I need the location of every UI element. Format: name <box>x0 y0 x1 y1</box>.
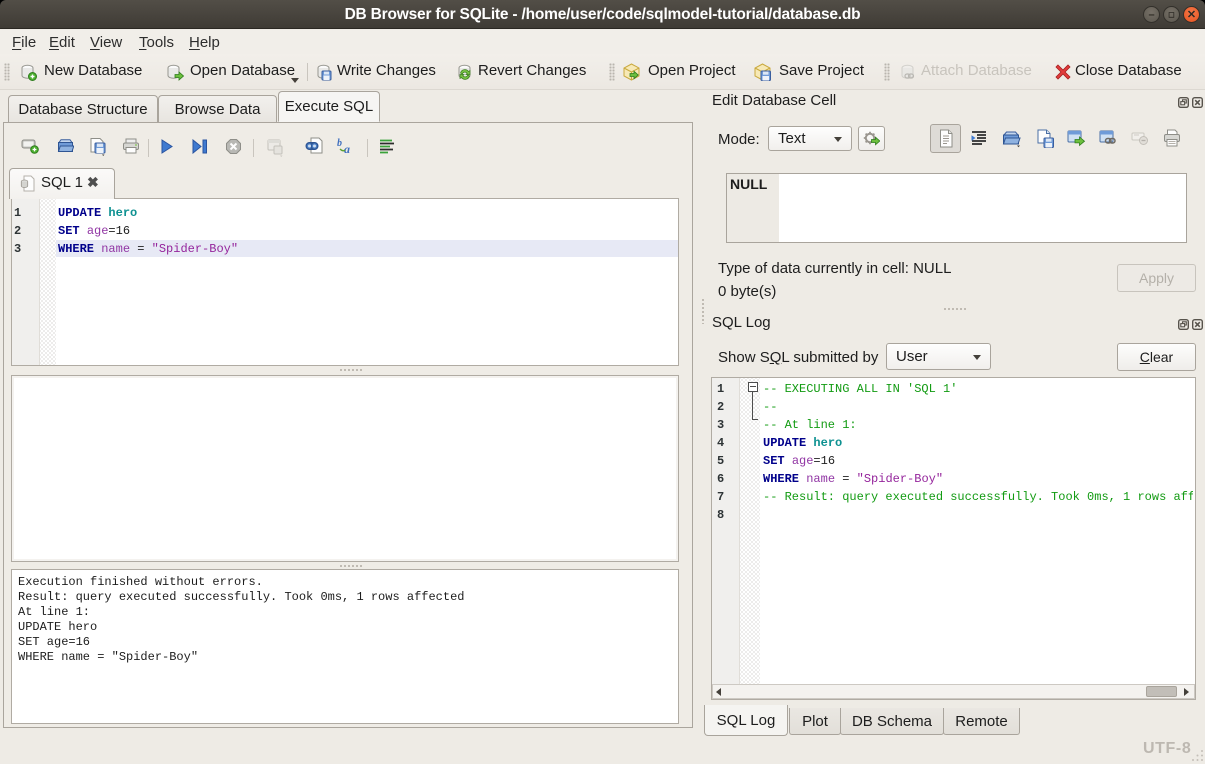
svg-text:b: b <box>337 138 342 149</box>
svg-text:a: a <box>344 142 350 155</box>
